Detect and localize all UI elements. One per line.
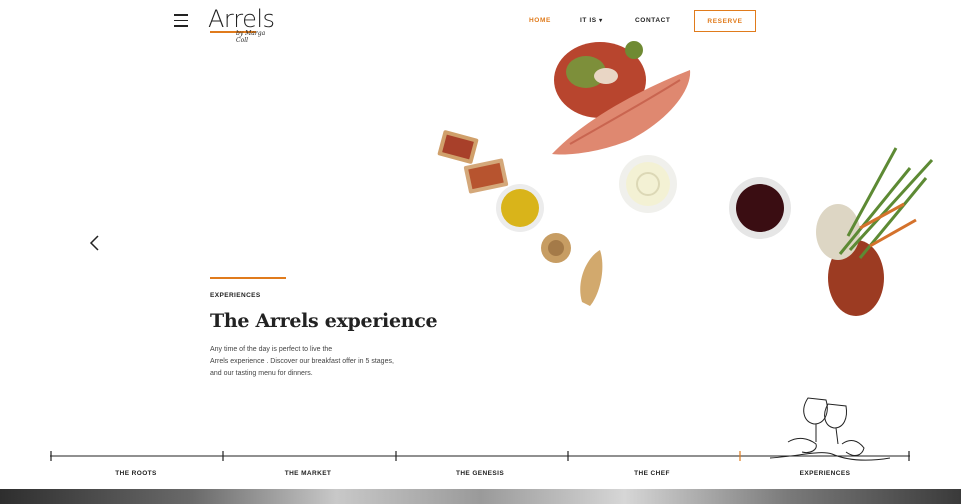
timeline-item-the-roots[interactable]: THE ROOTS — [115, 470, 157, 477]
hero-description-line: Arrels experience . Discover our breakfa… — [210, 358, 394, 365]
hero-description-line: and our tasting menu for dinners. — [210, 370, 313, 377]
logo-signature: by Marga Coll — [236, 30, 266, 44]
chevron-left-icon[interactable] — [88, 234, 102, 252]
accent-line — [210, 277, 286, 279]
hero-eyebrow: EXPERIENCES — [210, 292, 261, 299]
timeline-item-the-market[interactable]: THE MARKET — [285, 470, 332, 477]
logo[interactable]: Arrels by Marga Coll — [208, 5, 278, 44]
nav-contact[interactable]: CONTACT — [635, 17, 671, 24]
nav-home[interactable]: HOME — [529, 17, 551, 24]
hero-title: The Arrels experience — [210, 310, 438, 332]
timeline-track — [50, 451, 910, 461]
timeline-item-experiences[interactable]: EXPERIENCES — [800, 470, 851, 477]
hamburger-menu-icon[interactable] — [174, 14, 188, 28]
food-composition-image — [437, 41, 934, 316]
logo-wordmark: Arrels — [208, 5, 275, 33]
nav-it-is[interactable]: IT IS ▾ — [580, 17, 603, 24]
timeline-item-the-genesis[interactable]: THE GENESIS — [456, 470, 504, 477]
nav-it-is-label: IT IS — [580, 17, 597, 24]
reserve-button[interactable]: RESERVE — [694, 10, 756, 32]
hero-description-line: Any time of the day is perfect to live t… — [210, 346, 333, 353]
caret-down-icon: ▾ — [599, 18, 603, 24]
hero-description: Any time of the day is perfect to live t… — [210, 344, 410, 380]
next-section-photo — [0, 489, 961, 504]
timeline: THE ROOTS THE MARKET THE GENESIS THE CHE… — [50, 448, 910, 478]
timeline-item-the-chef[interactable]: THE CHEF — [634, 470, 670, 477]
